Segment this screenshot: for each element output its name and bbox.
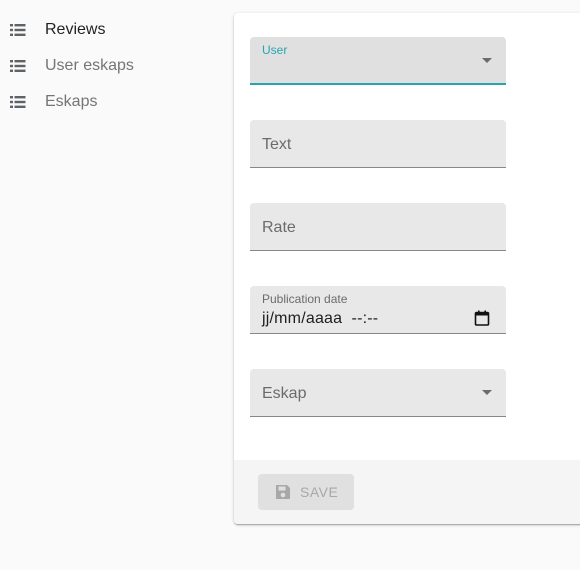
- publication-date-label: Publication date: [262, 292, 348, 306]
- sidebar-item-label: Reviews: [45, 21, 106, 38]
- save-icon: [274, 483, 292, 501]
- sidebar-item-label: Eskaps: [45, 93, 98, 110]
- dropdown-arrow-icon: [482, 58, 492, 63]
- sidebar-item-label: User eskaps: [45, 57, 134, 74]
- list-icon: [9, 93, 27, 111]
- rate-input[interactable]: Rate: [250, 203, 506, 251]
- save-button-label: SAVE: [300, 484, 339, 500]
- text-input-placeholder: Text: [262, 136, 292, 153]
- form-toolbar: SAVE: [234, 460, 580, 524]
- publication-date-input[interactable]: Publication date jj/mm/aaaa --:--: [250, 286, 506, 334]
- sidebar-menu: Reviews User eskaps Eskaps: [0, 12, 225, 120]
- user-select[interactable]: User: [250, 37, 506, 85]
- rate-input-placeholder: Rate: [262, 219, 296, 236]
- sidebar-item-user-eskaps[interactable]: User eskaps: [0, 48, 225, 84]
- save-button[interactable]: SAVE: [258, 474, 354, 510]
- user-select-label: User: [262, 43, 288, 57]
- list-icon: [9, 21, 27, 39]
- eskap-select[interactable]: Eskap: [250, 369, 506, 417]
- publication-date-value: jj/mm/aaaa --:--: [262, 310, 379, 327]
- list-icon: [9, 57, 27, 75]
- sidebar-item-eskaps[interactable]: Eskaps: [0, 84, 225, 120]
- calendar-icon[interactable]: [474, 310, 490, 326]
- eskap-select-placeholder: Eskap: [262, 385, 307, 402]
- create-form-card: User Text Rate Publication date jj/mm/aa…: [234, 13, 580, 524]
- text-input[interactable]: Text: [250, 120, 506, 168]
- dropdown-arrow-icon: [482, 390, 492, 395]
- sidebar-item-reviews[interactable]: Reviews: [0, 12, 225, 48]
